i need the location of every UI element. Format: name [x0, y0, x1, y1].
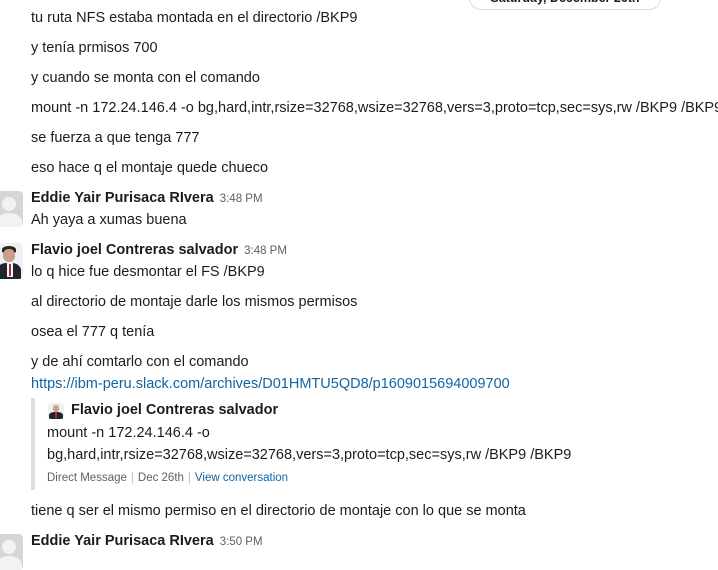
message-line: mount -n 172.24.146.4 -o bg,hard,intr,rs…	[31, 100, 718, 116]
message-timestamp[interactable]: 3:50 PM	[220, 536, 263, 548]
message-line: tiene q ser el mismo permiso en el direc…	[31, 503, 526, 519]
quote-text: mount -n 172.24.146.4 -o bg,hard,intr,rs…	[47, 422, 571, 466]
message-line: y cuando se monta con el comando	[31, 70, 260, 86]
view-conversation-link[interactable]: View conversation	[195, 472, 288, 484]
sender-name[interactable]: Flavio joel Contreras salvador	[31, 242, 238, 258]
message-line: Ah yaya a xumas buena	[31, 212, 187, 228]
quote-line: mount -n 172.24.146.4 -o	[47, 425, 210, 441]
sender-name[interactable]: Eddie Yair Purisaca RIvera	[31, 190, 214, 206]
message-header: Eddie Yair Purisaca RIvera 3:48 PM	[31, 188, 263, 209]
message-line: osea el 777 q tenía	[31, 324, 155, 340]
message-timestamp[interactable]: 3:48 PM	[220, 193, 263, 205]
avatar[interactable]	[0, 534, 23, 570]
message-timestamp[interactable]: 3:48 PM	[244, 245, 287, 257]
message-line: tu ruta NFS estaba montada en el directo…	[31, 10, 358, 26]
quote-source: Direct Message	[47, 472, 127, 484]
avatar-face	[3, 249, 15, 262]
meta-separator: |	[187, 472, 191, 484]
avatar-placeholder-body	[0, 213, 22, 227]
message-line: lo q hice fue desmontar el FS /BKP9	[31, 264, 265, 280]
sender-name[interactable]: Eddie Yair Purisaca RIvera	[31, 533, 214, 549]
quote-avatar-tie	[55, 412, 57, 418]
message-line: se fuerza a que tenga 777	[31, 130, 200, 146]
message-line: y tenía prmisos 700	[31, 40, 158, 56]
quote-avatar	[48, 403, 64, 419]
message-header: Eddie Yair Purisaca RIvera 3:50 PM	[31, 531, 263, 552]
avatar-placeholder-body	[0, 556, 22, 570]
avatar-placeholder-icon	[2, 197, 16, 211]
quote-meta: Direct Message | Dec 26th | View conversatio…	[47, 471, 288, 485]
message-link[interactable]: https://ibm-peru.slack.com/archives/D01H…	[31, 374, 510, 394]
quote-line: bg,hard,intr,rsize=32768,wsize=32768,ver…	[47, 447, 572, 463]
message-line: y de ahí comtarlo con el comando	[31, 354, 249, 370]
message-line: eso hace q el montaje quede chueco	[31, 160, 269, 176]
avatar-tie	[9, 264, 11, 276]
quote-date[interactable]: Dec 26th	[138, 472, 184, 484]
meta-separator: |	[130, 472, 134, 484]
avatar[interactable]	[0, 191, 23, 227]
date-divider[interactable]: Saturday, December 26th	[469, 0, 661, 10]
quote-avatar-face	[53, 405, 59, 412]
avatar[interactable]	[0, 243, 23, 279]
shared-message-quote[interactable]: Flavio joel Contreras salvador mount -n …	[31, 398, 675, 490]
quote-sender-name[interactable]: Flavio joel Contreras salvador	[71, 400, 278, 420]
message-header: Flavio joel Contreras salvador 3:48 PM	[31, 240, 287, 261]
message-line: al directorio de montaje darle los mismo…	[31, 294, 358, 310]
avatar-placeholder-icon	[2, 540, 16, 554]
